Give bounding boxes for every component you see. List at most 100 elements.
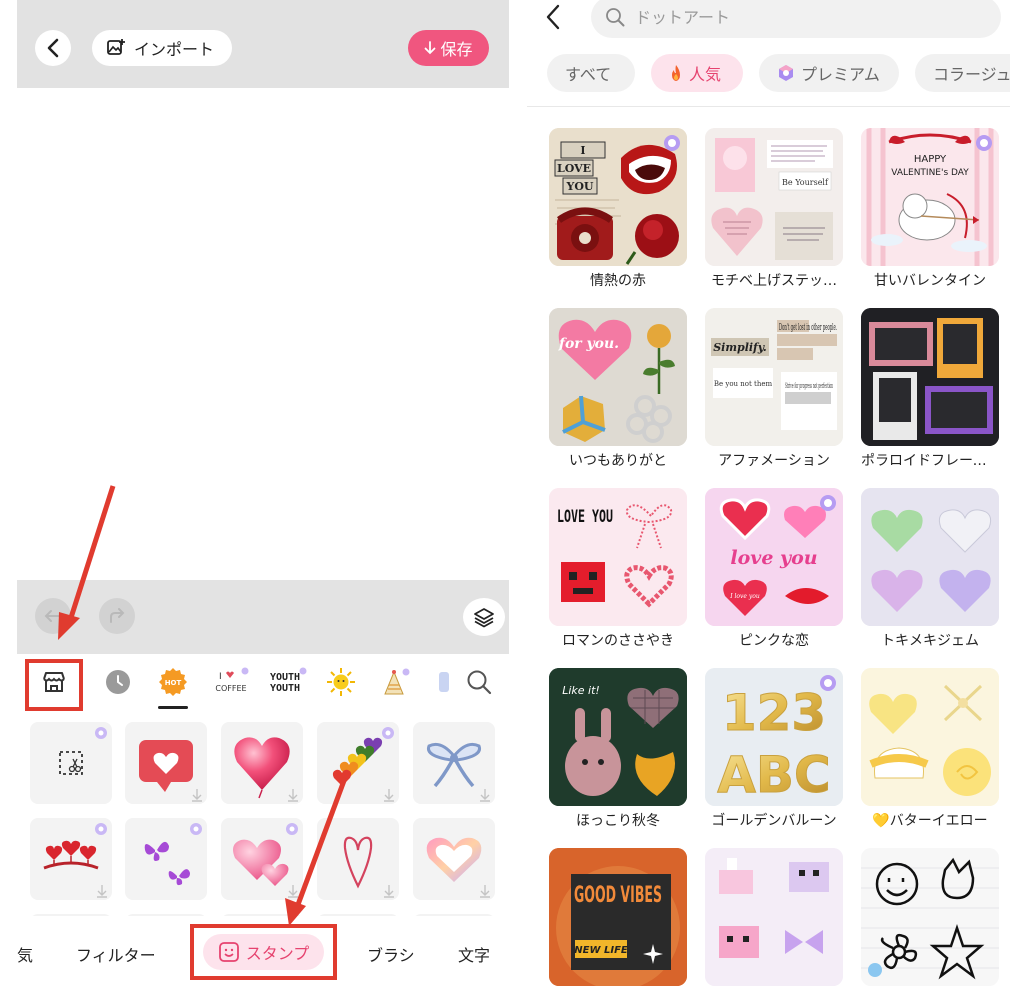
sticker-pack-card[interactable]: トキメキジェム — [861, 488, 1001, 649]
svg-text:I: I — [219, 672, 222, 682]
pack-title: ほっこり秋冬 — [576, 813, 660, 829]
collage-you-text: YOU — [565, 180, 593, 193]
sticker-tile[interactable] — [125, 818, 207, 900]
for-you-text: for you. — [558, 336, 619, 352]
pack-title: ポラロイドフレーム… — [861, 453, 999, 469]
premium-gem-icon — [976, 135, 992, 151]
editing-canvas[interactable] — [17, 88, 509, 580]
sticker-tile[interactable] — [30, 722, 112, 804]
store-back-button[interactable] — [545, 2, 569, 32]
youth-text-tab[interactable]: YOUTH YOUTH — [267, 664, 309, 700]
pack-thumbnail: 123 ABC — [705, 668, 843, 806]
undo-arrow-icon — [44, 610, 61, 622]
download-icon — [97, 885, 107, 898]
search-icon — [467, 670, 492, 695]
save-button[interactable]: 保存 — [408, 30, 489, 66]
editor-header: インポート 保存 — [17, 0, 509, 88]
chip-premium[interactable]: プレミアム — [759, 54, 899, 92]
undo-button[interactable] — [35, 598, 71, 634]
pack-thumbnail: LOVE YOU — [549, 488, 687, 626]
doodle-lines-collage — [861, 848, 999, 986]
recent-stickers-tab[interactable] — [100, 664, 136, 700]
pack-title: モチベ上げステッ… — [711, 273, 837, 289]
redo-button[interactable] — [99, 598, 135, 634]
cozy-autumn-winter-collage: Like it! — [549, 668, 687, 806]
nav-item-filter[interactable]: フィルター — [76, 942, 156, 966]
premium-gem-icon — [95, 823, 107, 835]
image-add-icon — [107, 39, 125, 55]
pixel-love-you-text: LOVE YOU — [557, 507, 613, 527]
party-hat-tab[interactable] — [377, 664, 413, 700]
chip-popular[interactable]: 人気 — [651, 54, 743, 92]
sticker-pack-card[interactable] — [705, 848, 845, 986]
store-search-bar[interactable] — [591, 0, 1001, 38]
sticker-tile[interactable] — [317, 722, 399, 804]
more-category-tab[interactable] — [435, 664, 453, 700]
sticker-pack-card[interactable]: I LOVE YOU 情熱の赤 — [549, 128, 689, 289]
sticker-pack-card[interactable]: Be Yourself モチベ上げステッ… — [705, 128, 845, 289]
active-category-indicator — [158, 706, 188, 709]
back-button[interactable] — [35, 30, 71, 66]
sticker-pack-card[interactable]: HAPPY VALENTINE's DAY 甘いバレンタイン — [861, 128, 1001, 289]
sparkle-gem-collage — [861, 488, 999, 626]
sticker-pack-card[interactable]: ポラロイドフレーム… — [861, 308, 1001, 469]
sticker-pack-card[interactable] — [861, 848, 1001, 986]
pack-thumbnail: I LOVE YOU — [549, 128, 687, 266]
i-love-coffee-tab[interactable]: I COFFEE — [211, 664, 251, 700]
download-icon — [480, 885, 490, 898]
chip-all[interactable]: すべて — [547, 54, 635, 92]
pack-title: 情熱の赤 — [590, 273, 646, 289]
import-label: インポート — [134, 40, 215, 59]
sticker-tile[interactable] — [221, 722, 303, 804]
sticker-pack-card[interactable]: GOOD VIBES NEW LIFE — [549, 848, 689, 986]
sticker-pack-card[interactable]: Don't get lost in other people. Simplify.… — [705, 308, 845, 469]
sticker-tile[interactable] — [317, 818, 399, 900]
i-love-coffee-icon: I COFFEE — [215, 667, 249, 693]
sticker-tile[interactable] — [125, 722, 207, 804]
premium-gem-icon — [779, 65, 793, 81]
strive-text: Strive for progress not perfection — [785, 382, 833, 390]
pack-title: 💛バターイエロー — [872, 813, 988, 829]
sticker-tile[interactable] — [30, 818, 112, 900]
pack-thumbnail — [861, 668, 999, 806]
filter-chips: すべて 人気 プレミアム コラージュ — [547, 54, 1010, 94]
sticker-pack-card[interactable]: LOVE YOU ロマンのささやき — [549, 488, 689, 649]
sticker-smile-icon — [218, 942, 239, 962]
sticker-store-screen: すべて 人気 プレミアム コラージュ I LOVE YOU 情熱の赤 Be Your… — [527, 0, 1010, 998]
nav-item-brush[interactable]: ブラシ — [367, 942, 415, 966]
save-label: 保存 — [440, 40, 473, 59]
hot-stickers-tab[interactable]: HOT — [155, 664, 191, 700]
nav-item-text[interactable]: 文字 — [458, 942, 490, 966]
sticker-tile[interactable] — [413, 722, 495, 804]
sticker-pack-card[interactable]: Like it! ほっこり秋冬 — [549, 668, 689, 829]
sticker-pack-card[interactable]: for you. いつもありがと — [549, 308, 689, 469]
sticker-pack-card[interactable]: 123 ABC ゴールデンバルーン — [705, 668, 845, 829]
sticker-tile[interactable] — [221, 818, 303, 900]
balloon-digits-text: 123 — [722, 684, 826, 742]
hot-badge-label: HOT — [165, 679, 182, 687]
sticker-category-bar: HOT I COFFEE YOUTH YOUTH — [17, 654, 509, 710]
svg-text:YOUTH: YOUTH — [270, 683, 300, 694]
nav-item-atmosphere[interactable]: 気 — [17, 942, 33, 966]
nav-item-stamp[interactable]: スタンプ — [203, 934, 324, 970]
chip-collage[interactable]: コラージュ — [915, 54, 1010, 92]
motivation-notes-collage: Be Yourself — [705, 128, 843, 266]
sticker-tile[interactable] — [413, 818, 495, 900]
layers-button[interactable] — [463, 598, 505, 636]
download-icon — [288, 885, 298, 898]
download-icon — [192, 789, 202, 802]
pack-title: ゴールデンバルーン — [711, 813, 837, 829]
import-button[interactable]: インポート — [92, 30, 232, 66]
sticker-pack-card[interactable]: love you I love you ピンクな恋 — [705, 488, 845, 649]
pack-thumbnail — [705, 848, 843, 986]
party-hat-icon — [384, 668, 410, 695]
premium-gem-icon — [664, 135, 680, 151]
store-search-input[interactable] — [635, 7, 975, 27]
nav-item-stamp-label: スタンプ — [245, 944, 310, 963]
sun-stickers-tab[interactable] — [323, 664, 359, 700]
sticker-pack-card[interactable]: 💛バターイエロー — [861, 668, 1001, 829]
sticker-search-button[interactable] — [461, 664, 497, 700]
hot-badge-icon: HOT — [159, 668, 187, 696]
new-life-text: NEW LIFE — [574, 945, 628, 956]
layers-icon — [474, 608, 494, 628]
